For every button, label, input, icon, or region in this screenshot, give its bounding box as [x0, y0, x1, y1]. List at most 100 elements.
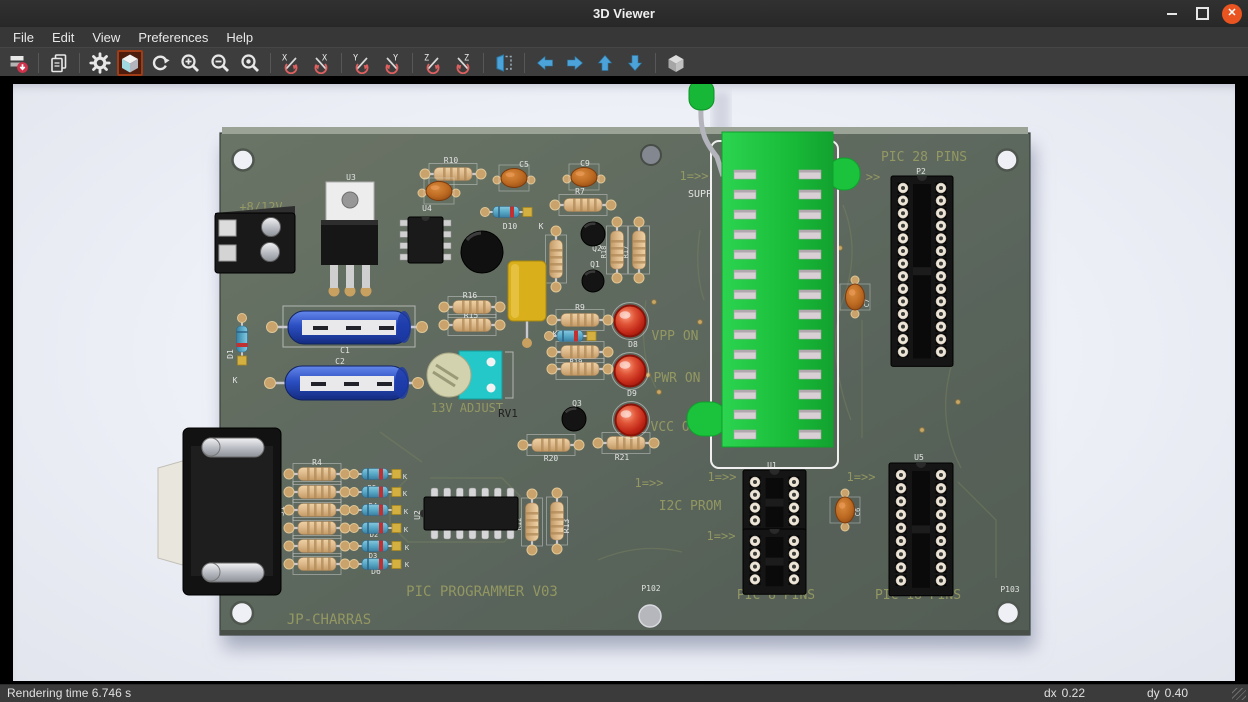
silkscreen-label: P2 [916, 167, 926, 176]
resize-grip[interactable] [1232, 688, 1246, 700]
silkscreen-label: U3 [346, 173, 356, 182]
transistor-q3 [562, 407, 586, 431]
silkscreen-label: PIC PROGRAMMER V03 [406, 584, 558, 600]
silkscreen-label: R16 [463, 291, 478, 300]
toolbar: X X Y Y Z Z [0, 47, 1248, 77]
svg-text:Y: Y [393, 53, 398, 63]
zoom-to-fit-button[interactable] [237, 50, 263, 76]
3d-viewport[interactable]: +8/12VPIC 28 PINS1=>>>>VPP ONPWR ONVCC O… [13, 84, 1235, 681]
ic-u4 [400, 217, 451, 263]
silkscreen-label: R4 [312, 458, 322, 467]
db9-connector-p101 [158, 428, 281, 595]
menu-bar: FileEditViewPreferencesHelp [0, 27, 1248, 47]
zoom-in-button[interactable] [177, 50, 203, 76]
rotate-y-clockwise-button[interactable]: Y [349, 50, 375, 76]
dy-readout: dy0.40 [1147, 686, 1188, 700]
dy-value: 0.40 [1165, 686, 1188, 700]
mounting-hole [641, 145, 661, 165]
zif-tab-left [687, 402, 727, 436]
minimize-button[interactable] [1162, 4, 1182, 24]
rotate-z-clockwise-button[interactable]: Z [420, 50, 446, 76]
silkscreen-label: K [539, 222, 544, 231]
dx-value: 0.22 [1062, 686, 1085, 700]
move-down-icon [624, 52, 646, 74]
maximize-icon [1196, 7, 1209, 20]
render-realistic-cube-button[interactable] [117, 50, 143, 76]
copy-image-icon [48, 52, 70, 74]
menu-file[interactable]: File [4, 28, 43, 47]
menu-preferences[interactable]: Preferences [129, 28, 217, 47]
silkscreen-label: 1=>> [635, 476, 664, 490]
reload-board-icon [149, 52, 171, 74]
mounting-hole [233, 150, 254, 171]
svg-text:Z: Z [464, 53, 469, 63]
reload-board-button[interactable] [147, 50, 173, 76]
pcb-render: +8/12VPIC 28 PINS1=>>>>VPP ONPWR ONVCC O… [13, 84, 1235, 681]
move-down-button[interactable] [622, 50, 648, 76]
orthographic-projection-button[interactable] [663, 50, 689, 76]
silkscreen-label: PWR ON [654, 371, 701, 386]
led-d-vcc [613, 402, 650, 439]
silkscreen-label: SUPP [688, 189, 712, 200]
titlebar[interactable]: 3D Viewer ✕ [0, 0, 1248, 28]
capacitor-black-round [461, 231, 503, 273]
move-left-icon [534, 52, 556, 74]
silkscreen-label: R21 [615, 453, 630, 462]
menu-view[interactable]: View [83, 28, 129, 47]
copy-image-button[interactable] [46, 50, 72, 76]
rotate-x-clockwise-button[interactable]: X [278, 50, 304, 76]
transistor-q1 [582, 270, 604, 292]
export-image-icon [7, 52, 29, 74]
menu-edit[interactable]: Edit [43, 28, 83, 47]
silkscreen-label: 1=>> [708, 470, 737, 484]
led-d8 [612, 303, 649, 340]
move-right-button[interactable] [562, 50, 588, 76]
rotate-y-counterclockwise-button[interactable]: Y [379, 50, 405, 76]
render-options-button[interactable] [87, 50, 113, 76]
silkscreen-label: D9 [627, 389, 637, 398]
silkscreen-label: R9 [575, 303, 585, 312]
flip-board-button[interactable] [491, 50, 517, 76]
rotate-x-clockwise-icon: X [280, 52, 302, 74]
rotate-x-counterclockwise-button[interactable]: X [308, 50, 334, 76]
terminal-block-power [215, 206, 295, 273]
silkscreen-label: VPP ON [652, 329, 699, 344]
silkscreen-label: 1=>> [847, 470, 876, 484]
toolbar-separator [341, 53, 342, 73]
export-image-button[interactable] [5, 50, 31, 76]
render-realistic-cube-icon [119, 52, 141, 74]
silkscreen-label: K [233, 376, 238, 385]
rotate-z-counterclockwise-button[interactable]: Z [450, 50, 476, 76]
socket-u5 [889, 463, 953, 596]
close-button[interactable]: ✕ [1222, 4, 1242, 24]
zoom-to-fit-icon [239, 52, 261, 74]
silkscreen-label: Q1 [590, 260, 600, 269]
p102-pad [639, 605, 661, 627]
toolbar-separator [270, 53, 271, 73]
led-d9 [612, 353, 649, 390]
toolbar-separator [412, 53, 413, 73]
move-right-icon [564, 52, 586, 74]
render-options-icon [89, 52, 111, 74]
silkscreen-label: C2 [335, 357, 345, 366]
silkscreen-label: C6 [854, 508, 862, 516]
move-up-button[interactable] [592, 50, 618, 76]
maximize-button[interactable] [1192, 4, 1212, 24]
viewport-frame: +8/12VPIC 28 PINS1=>>>>VPP ONPWR ONVCC O… [0, 76, 1248, 685]
silkscreen-label: D8 [628, 340, 638, 349]
silkscreen-label: 1=>> [680, 169, 709, 183]
silkscreen-label: D10 [503, 222, 518, 231]
silkscreen-label: 13V ADJUST [431, 401, 503, 415]
zoom-out-button[interactable] [207, 50, 233, 76]
toolbar-separator [38, 53, 39, 73]
socket-u1-bottom [743, 529, 806, 594]
move-left-button[interactable] [532, 50, 558, 76]
window-title: 3D Viewer [593, 6, 655, 21]
silkscreen-label: C9 [580, 159, 590, 168]
rotate-z-counterclockwise-icon: Z [452, 52, 474, 74]
silkscreen-label: JP-CHARRAS [287, 612, 371, 628]
menu-help[interactable]: Help [217, 28, 262, 47]
svg-text:X: X [322, 53, 328, 63]
toolbar-separator [79, 53, 80, 73]
mounting-hole [231, 602, 253, 624]
